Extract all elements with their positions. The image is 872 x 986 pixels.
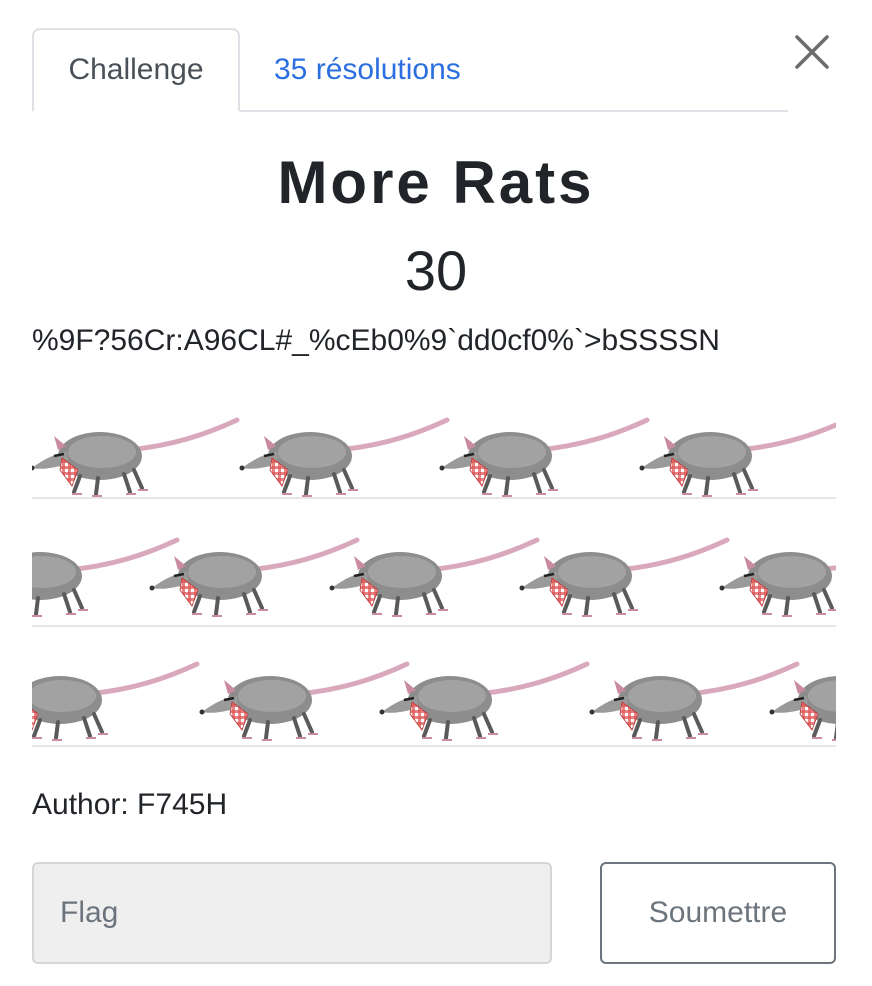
challenge-description: %9F?56Cr:A96CL#_%cEb0%9`dd0cf0%`>bSSSSN (32, 324, 720, 357)
tab-challenge[interactable]: Challenge (32, 28, 240, 112)
flag-input[interactable] (32, 862, 552, 964)
challenge-name: More Rats (277, 149, 595, 216)
challenge-points: 30 (404, 239, 468, 302)
challenge-author: Author: F745H (32, 788, 228, 821)
challenge-tabs: Challenge 35 résolutions (32, 28, 788, 112)
tab-solves[interactable]: 35 résolutions (274, 28, 461, 112)
submit-button[interactable]: Soumettre (600, 862, 836, 964)
close-button[interactable] (790, 30, 834, 74)
close-icon (795, 35, 829, 69)
rats-illustration (32, 398, 836, 750)
